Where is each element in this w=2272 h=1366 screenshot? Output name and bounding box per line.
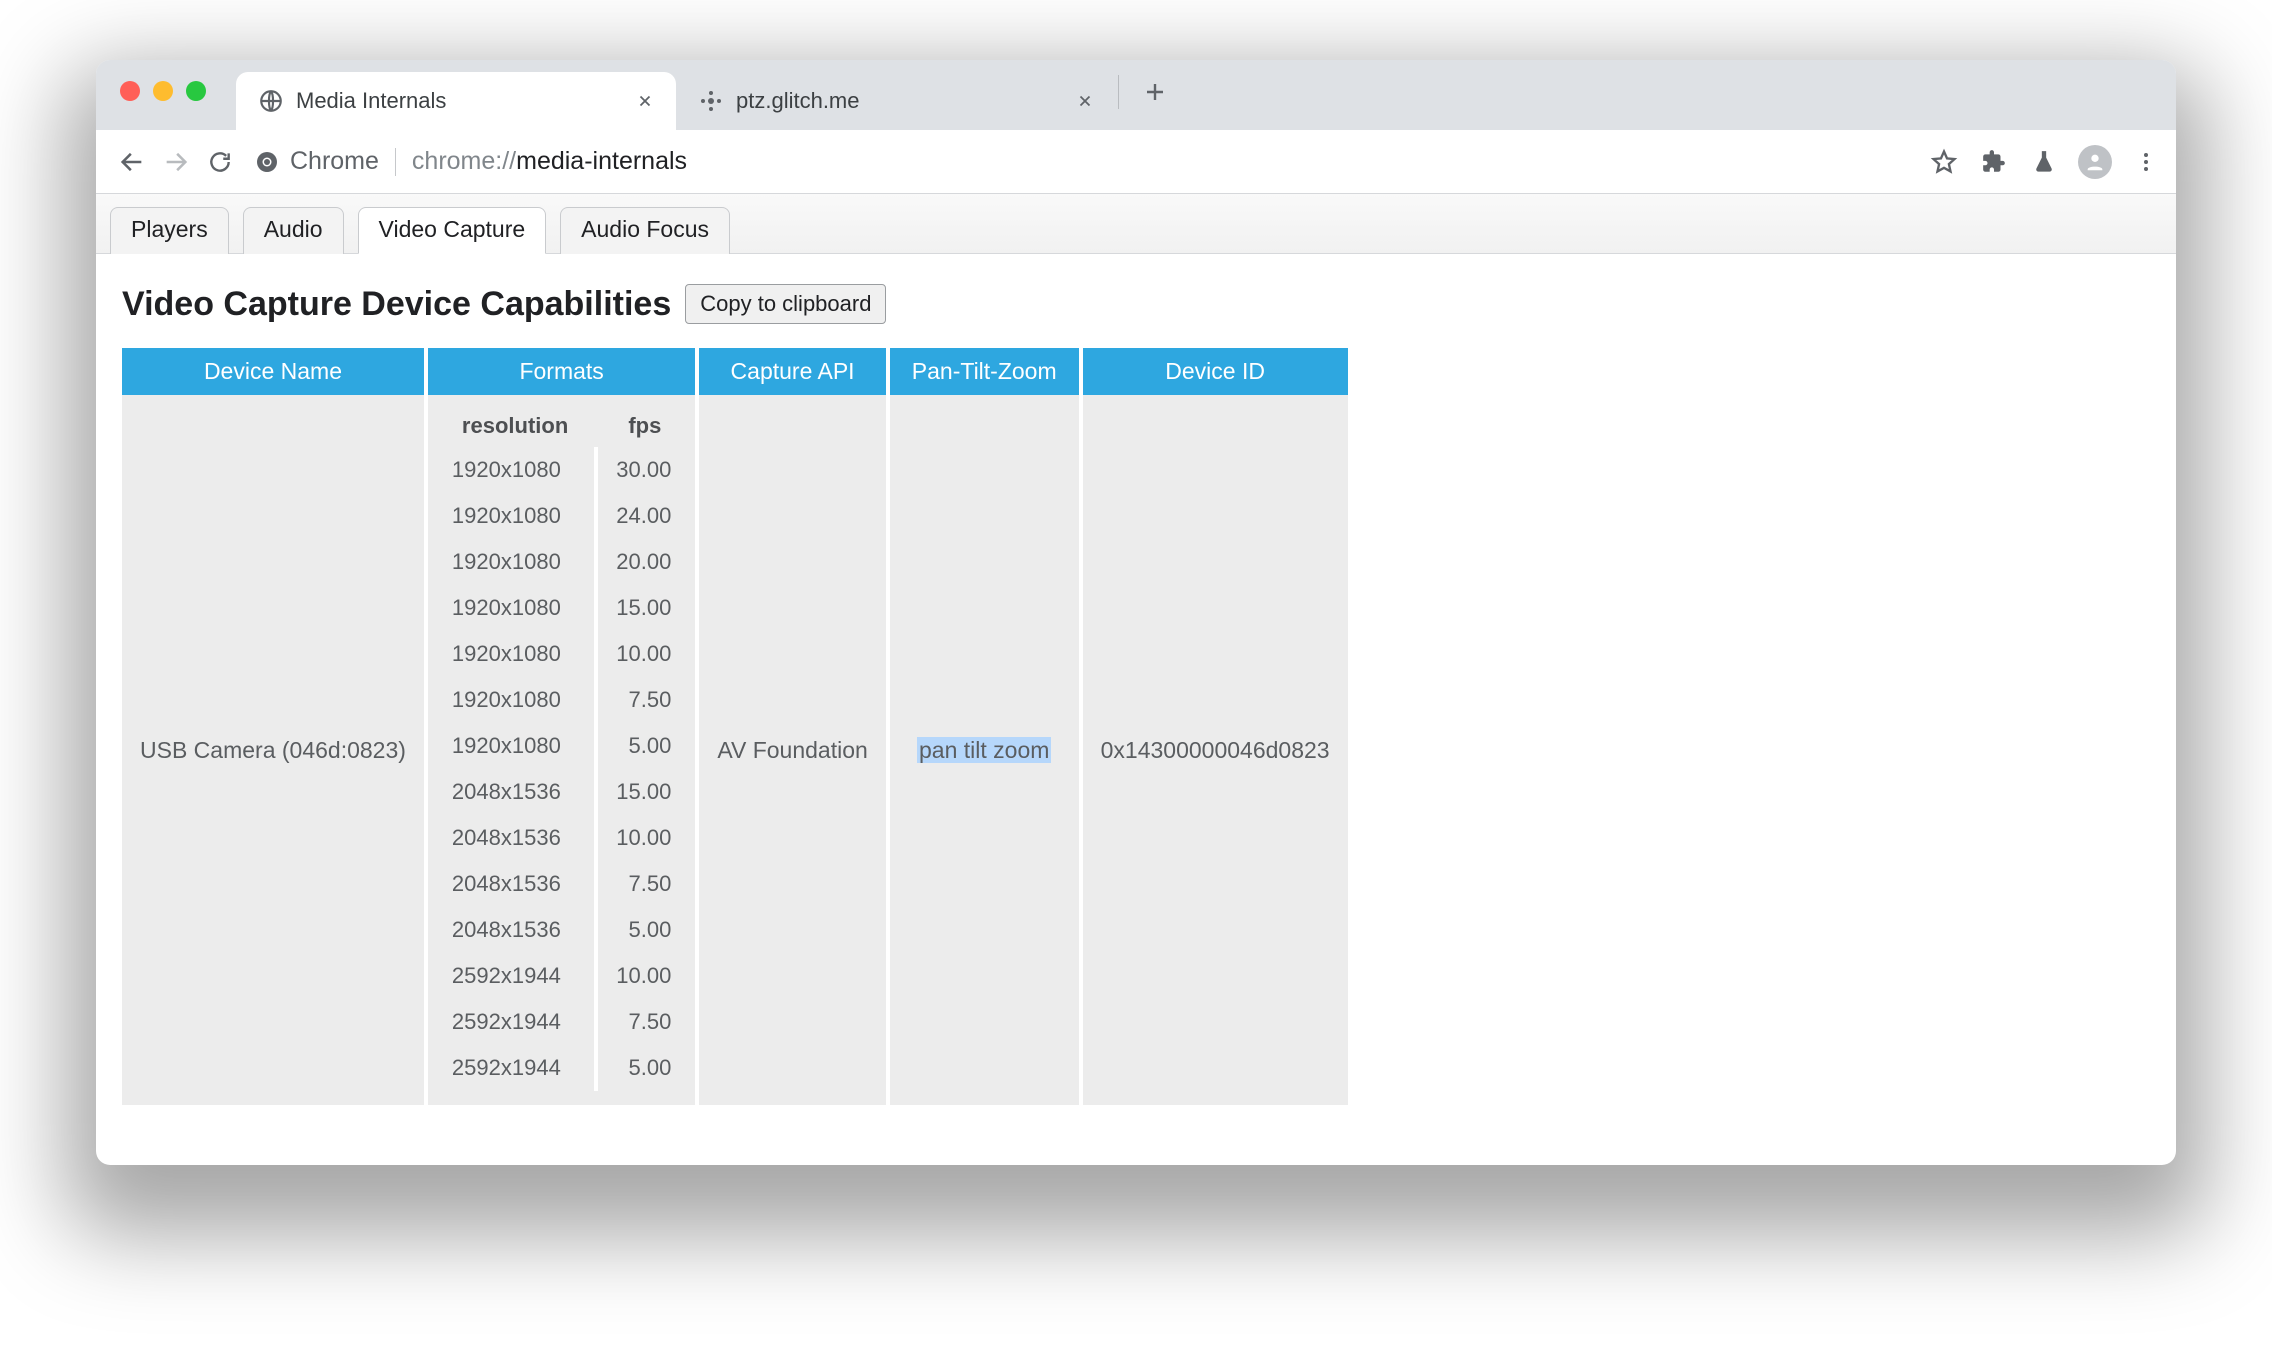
device-name-cell: USB Camera (046d:0823) xyxy=(122,395,426,1105)
format-fps: 15.00 xyxy=(596,585,689,631)
navbar: Chrome chrome://media-internals xyxy=(96,130,2176,194)
format-resolution: 1920x1080 xyxy=(434,677,596,723)
format-resolution: 1920x1080 xyxy=(434,493,596,539)
extensions-icon[interactable] xyxy=(1978,146,2010,178)
bookmark-star-icon[interactable] xyxy=(1928,146,1960,178)
internal-tab-audio-focus[interactable]: Audio Focus xyxy=(560,207,730,254)
table-row: USB Camera (046d:0823)resolutionfps1920x… xyxy=(122,395,1348,1105)
context-label: Chrome xyxy=(290,147,379,176)
content: Video Capture Device Capabilities Copy t… xyxy=(96,254,2176,1165)
format-fps: 7.50 xyxy=(596,677,689,723)
internal-tab-audio[interactable]: Audio xyxy=(243,207,344,254)
back-button[interactable] xyxy=(110,140,154,184)
tabstrip: Media Internals ptz.glitch.me xyxy=(96,60,2176,130)
format-row: 2048x15365.00 xyxy=(434,907,689,953)
format-row: 2592x19445.00 xyxy=(434,1045,689,1091)
format-resolution: 2048x1536 xyxy=(434,907,596,953)
close-tab-icon[interactable] xyxy=(1076,92,1094,110)
url-path: media-internals xyxy=(516,147,687,175)
format-resolution: 2592x1944 xyxy=(434,1045,596,1091)
format-fps: 5.00 xyxy=(596,907,689,953)
format-fps: 5.00 xyxy=(596,723,689,769)
ptz-value: pan tilt zoom xyxy=(917,737,1051,763)
reload-button[interactable] xyxy=(198,140,242,184)
format-resolution: 2048x1536 xyxy=(434,815,596,861)
maximize-window-button[interactable] xyxy=(186,81,206,101)
format-resolution: 2048x1536 xyxy=(434,769,596,815)
format-resolution: 1920x1080 xyxy=(434,539,596,585)
format-fps: 20.00 xyxy=(596,539,689,585)
tab-title: Media Internals xyxy=(296,88,624,114)
format-row: 1920x108010.00 xyxy=(434,631,689,677)
format-resolution: 1920x1080 xyxy=(434,447,596,493)
separator xyxy=(395,148,396,176)
col-device-name[interactable]: Device Name xyxy=(122,348,426,395)
internal-tabs: Players Audio Video Capture Audio Focus xyxy=(96,194,2176,254)
device-id-cell: 0x14300000046d0823 xyxy=(1081,395,1348,1105)
format-resolution: 1920x1080 xyxy=(434,631,596,677)
formats-col-resolution: resolution xyxy=(434,409,596,447)
toolbar-right xyxy=(1928,145,2162,179)
tab-separator xyxy=(1118,75,1119,109)
labs-flask-icon[interactable] xyxy=(2028,146,2060,178)
format-fps: 10.00 xyxy=(596,815,689,861)
format-row: 1920x108030.00 xyxy=(434,447,689,493)
col-formats[interactable]: Formats xyxy=(426,348,697,395)
internal-tab-video-capture[interactable]: Video Capture xyxy=(358,207,547,254)
format-fps: 7.50 xyxy=(596,999,689,1045)
format-fps: 10.00 xyxy=(596,953,689,999)
format-row: 1920x10805.00 xyxy=(434,723,689,769)
minimize-window-button[interactable] xyxy=(153,81,173,101)
site-chip[interactable]: Chrome xyxy=(254,147,379,176)
window-controls xyxy=(120,81,206,101)
page-heading: Video Capture Device Capabilities xyxy=(122,285,671,324)
format-row: 2592x19447.50 xyxy=(434,999,689,1045)
new-tab-button[interactable] xyxy=(1135,72,1175,112)
forward-button[interactable] xyxy=(154,140,198,184)
omnibox[interactable]: Chrome chrome://media-internals xyxy=(254,138,1916,186)
format-fps: 10.00 xyxy=(596,631,689,677)
format-fps: 7.50 xyxy=(596,861,689,907)
formats-cell: resolutionfps1920x108030.001920x108024.0… xyxy=(426,395,697,1105)
format-row: 1920x108024.00 xyxy=(434,493,689,539)
url-text: chrome://media-internals xyxy=(412,147,687,176)
format-row: 1920x10807.50 xyxy=(434,677,689,723)
chrome-icon xyxy=(254,149,280,175)
format-fps: 30.00 xyxy=(596,447,689,493)
browser-window: Media Internals ptz.glitch.me xyxy=(96,60,2176,1165)
capture-api-cell: AV Foundation xyxy=(697,395,887,1105)
format-row: 2048x153615.00 xyxy=(434,769,689,815)
col-pan-tilt-zoom[interactable]: Pan-Tilt-Zoom xyxy=(888,348,1081,395)
site-favicon-icon xyxy=(698,88,724,114)
format-fps: 24.00 xyxy=(596,493,689,539)
browser-tab-media-internals[interactable]: Media Internals xyxy=(236,72,676,130)
format-row: 2048x153610.00 xyxy=(434,815,689,861)
globe-icon xyxy=(258,88,284,114)
ptz-cell: pan tilt zoom xyxy=(888,395,1081,1105)
col-capture-api[interactable]: Capture API xyxy=(697,348,887,395)
format-resolution: 2592x1944 xyxy=(434,999,596,1045)
format-row: 2048x15367.50 xyxy=(434,861,689,907)
copy-to-clipboard-button[interactable]: Copy to clipboard xyxy=(685,284,886,324)
format-row: 1920x108020.00 xyxy=(434,539,689,585)
format-row: 1920x108015.00 xyxy=(434,585,689,631)
format-resolution: 1920x1080 xyxy=(434,585,596,631)
format-resolution: 2592x1944 xyxy=(434,953,596,999)
format-resolution: 1920x1080 xyxy=(434,723,596,769)
format-fps: 5.00 xyxy=(596,1045,689,1091)
formats-col-fps: fps xyxy=(596,409,689,447)
format-row: 2592x194410.00 xyxy=(434,953,689,999)
close-window-button[interactable] xyxy=(120,81,140,101)
format-fps: 15.00 xyxy=(596,769,689,815)
kebab-menu-icon[interactable] xyxy=(2130,146,2162,178)
capabilities-table: Device Name Formats Capture API Pan-Tilt… xyxy=(122,348,1348,1105)
col-device-id[interactable]: Device ID xyxy=(1081,348,1348,395)
profile-avatar[interactable] xyxy=(2078,145,2112,179)
internal-tab-players[interactable]: Players xyxy=(110,207,229,254)
url-scheme: chrome:// xyxy=(412,147,516,175)
format-resolution: 2048x1536 xyxy=(434,861,596,907)
tab-title: ptz.glitch.me xyxy=(736,88,1064,114)
close-tab-icon[interactable] xyxy=(636,92,654,110)
browser-tab-ptz[interactable]: ptz.glitch.me xyxy=(676,72,1116,130)
